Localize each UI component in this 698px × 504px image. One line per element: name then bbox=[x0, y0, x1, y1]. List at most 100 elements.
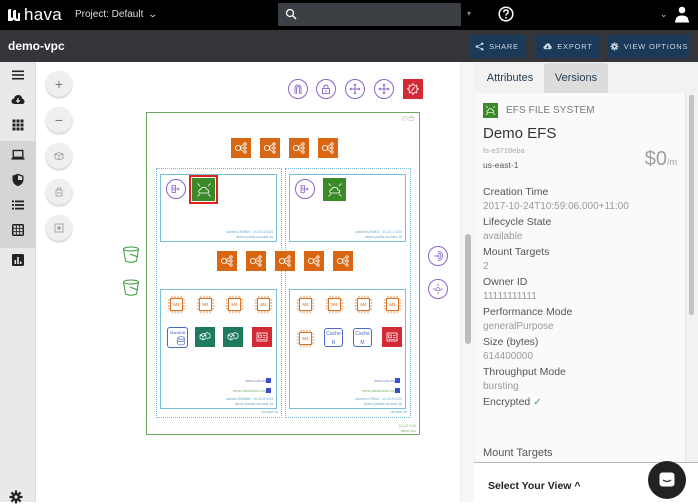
tab-attributes[interactable]: Attributes bbox=[476, 63, 544, 93]
elastic-beanstalk-icon[interactable] bbox=[195, 327, 215, 347]
sidebar-item-table[interactable] bbox=[0, 218, 36, 242]
load-balancer-icon[interactable] bbox=[231, 138, 251, 158]
s3-bucket-icon[interactable] bbox=[121, 278, 141, 298]
panel-scrollbar-thumb[interactable] bbox=[689, 95, 694, 315]
s3-bucket-icon[interactable] bbox=[121, 245, 141, 265]
efs-file-system-icon[interactable] bbox=[323, 178, 346, 201]
sidebar-item-menu[interactable] bbox=[0, 63, 36, 87]
load-balancer-icon[interactable] bbox=[260, 138, 280, 158]
rds-subnet-group-icon[interactable] bbox=[395, 378, 400, 383]
load-balancer-icon[interactable] bbox=[246, 251, 266, 271]
cloud-download-icon bbox=[11, 95, 25, 104]
mariadb-instance-icon[interactable]: MariaDB bbox=[167, 327, 188, 348]
chat-icon bbox=[659, 472, 675, 487]
ec2-instance-icon[interactable]: M4 bbox=[225, 295, 244, 314]
user-menu-caret[interactable]: ⌄ bbox=[660, 9, 668, 20]
peering-connection-icon[interactable] bbox=[345, 79, 365, 99]
canvas-scrollbar[interactable] bbox=[460, 62, 474, 502]
sidebar-item-import[interactable] bbox=[0, 88, 36, 112]
zoom-in-button[interactable]: + bbox=[46, 71, 72, 97]
load-balancer-icon[interactable] bbox=[333, 251, 353, 271]
toggle-labels-button[interactable] bbox=[46, 179, 72, 205]
vpc-name-label: demo-vpc bbox=[400, 429, 416, 433]
search-dropdown-caret[interactable]: ▾ bbox=[467, 9, 471, 18]
hava-logo[interactable]: hava bbox=[6, 5, 62, 25]
fit-screen-icon bbox=[54, 223, 64, 233]
nat-gateway-icon[interactable] bbox=[295, 179, 315, 199]
subnet-name-label: demo-public-us-east-1b bbox=[365, 235, 402, 239]
project-selector[interactable]: Project: Default ⌄ bbox=[75, 9, 158, 20]
resource-region: us-east-1 bbox=[483, 160, 519, 170]
user-icon[interactable] bbox=[674, 5, 690, 23]
sidebar-item-security[interactable] bbox=[0, 168, 36, 192]
sidebar-item-environments[interactable] bbox=[0, 113, 36, 137]
cloud-gateway-icon[interactable] bbox=[428, 279, 448, 299]
attribute-value: 2 bbox=[483, 261, 489, 272]
secrets-manager-icon[interactable] bbox=[252, 327, 272, 347]
cache-title: Cache bbox=[355, 331, 370, 337]
shield-icon bbox=[12, 173, 24, 187]
rds-subnet-group-label: demo-rds-sng bbox=[245, 379, 267, 383]
table-icon bbox=[12, 224, 24, 236]
nat-gateway-icon[interactable] bbox=[166, 179, 186, 199]
load-balancer-icon[interactable] bbox=[275, 251, 295, 271]
share-button[interactable]: SHARE bbox=[469, 35, 525, 58]
top-bar: hava Project: Default ⌄ ▾ ⌄ bbox=[0, 0, 698, 30]
secrets-manager-icon[interactable] bbox=[382, 327, 402, 347]
help-icon[interactable] bbox=[498, 6, 514, 22]
database-icon bbox=[177, 336, 185, 346]
attribute-value: 614400000 bbox=[483, 351, 534, 362]
page-title: demo-vpc bbox=[8, 39, 65, 53]
tab-versions[interactable]: Versions bbox=[544, 63, 608, 93]
instance-type-label: M4 bbox=[302, 336, 309, 341]
instance-type-label: M4 bbox=[260, 302, 267, 307]
elasticache-memcached-icon[interactable]: Cache M bbox=[353, 328, 372, 347]
ec2-instance-icon[interactable]: M4 bbox=[254, 295, 273, 314]
encrypted-label: Encrypted ✓ bbox=[483, 396, 542, 408]
ec2-instance-icon[interactable]: M4 bbox=[325, 295, 344, 314]
vpn-gateway-lock-icon[interactable] bbox=[316, 79, 336, 99]
select-your-view-label: Select Your View ^ bbox=[488, 480, 581, 492]
efs-file-system-icon-selected[interactable] bbox=[189, 175, 218, 204]
db-engine-label: MariaDB bbox=[170, 330, 186, 335]
toggle-3d-button[interactable] bbox=[46, 143, 72, 169]
load-balancer-icon[interactable] bbox=[304, 251, 324, 271]
ec2-instance-icon[interactable]: M4 bbox=[196, 295, 215, 314]
view-options-button[interactable]: VIEW OPTIONS bbox=[608, 35, 690, 58]
chat-launcher-button[interactable] bbox=[648, 461, 686, 499]
ec2-instance-icon[interactable]: M4 bbox=[354, 295, 373, 314]
ec2-instance-icon[interactable]: M4 bbox=[296, 329, 315, 348]
export-label: EXPORT bbox=[557, 42, 593, 51]
ec2-instance-icon[interactable]: M4 bbox=[383, 295, 402, 314]
panel-scrollbar[interactable] bbox=[688, 93, 696, 473]
sidebar-item-infrastructure[interactable] bbox=[0, 143, 36, 167]
vpc-endpoint-icon[interactable] bbox=[428, 246, 448, 266]
attribute-label: Size (bytes) bbox=[483, 336, 539, 348]
load-balancer-icon[interactable] bbox=[217, 251, 237, 271]
waf-shield-icon[interactable] bbox=[403, 79, 423, 99]
elasticache-redis-icon[interactable]: Cache R bbox=[324, 328, 343, 347]
search-input[interactable] bbox=[278, 3, 461, 26]
instance-type-label: M4 bbox=[202, 302, 209, 307]
peering-connection-icon-2[interactable] bbox=[374, 79, 394, 99]
plus-icon: + bbox=[54, 76, 64, 92]
load-balancer-icon[interactable] bbox=[289, 138, 309, 158]
sidebar-item-list[interactable] bbox=[0, 193, 36, 217]
elasticache-subnet-group-icon[interactable] bbox=[266, 388, 271, 393]
attribute-value: available bbox=[483, 231, 523, 242]
export-button[interactable]: EXPORT bbox=[536, 35, 600, 58]
elasticache-subnet-group-icon[interactable] bbox=[395, 388, 400, 393]
zoom-out-button[interactable]: − bbox=[46, 107, 72, 133]
efs-resource-icon bbox=[483, 103, 498, 118]
rds-subnet-group-icon[interactable] bbox=[266, 378, 271, 383]
ec2-instance-icon[interactable]: M4 bbox=[167, 295, 186, 314]
internet-gateway-icon[interactable] bbox=[288, 79, 308, 99]
load-balancer-icon[interactable] bbox=[318, 138, 338, 158]
project-label: Project: Default bbox=[75, 9, 144, 20]
view-header: demo-vpc SHARE EXPORT VIEW OPTIONS bbox=[0, 30, 698, 62]
sidebar-item-reports[interactable] bbox=[0, 248, 36, 272]
ec2-instance-icon[interactable]: M4 bbox=[296, 295, 315, 314]
elastic-beanstalk-icon[interactable] bbox=[223, 327, 243, 347]
canvas-scrollbar-thumb[interactable] bbox=[465, 234, 471, 344]
fit-to-screen-button[interactable] bbox=[46, 215, 72, 241]
